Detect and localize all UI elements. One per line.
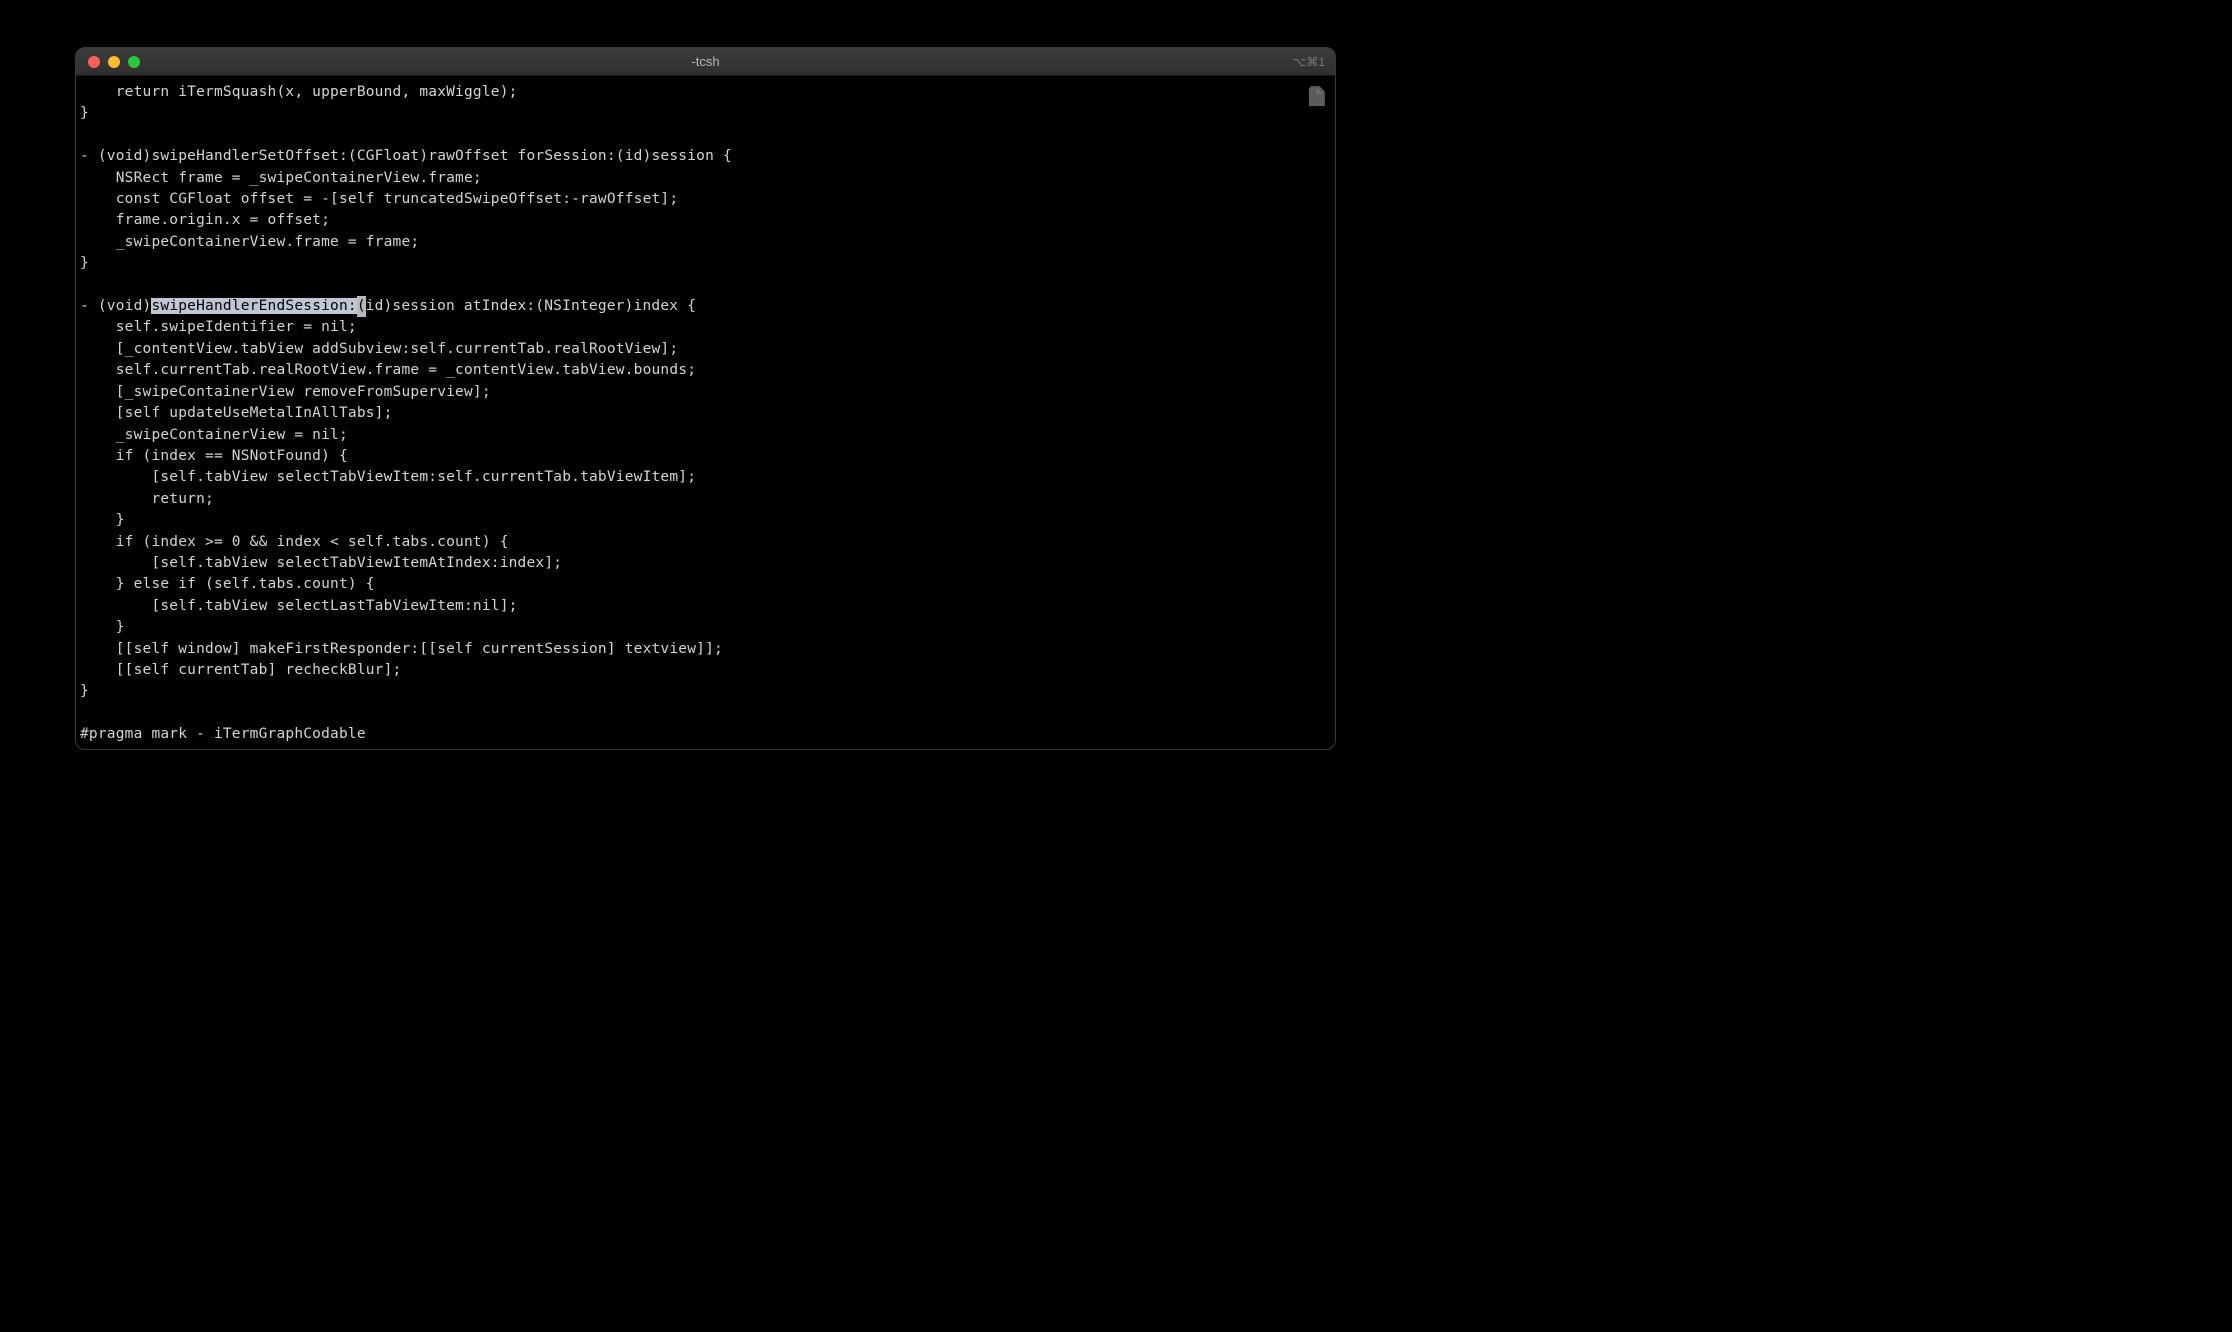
title-bar[interactable]: -tcsh ⌥⌘1	[76, 48, 1335, 76]
close-button[interactable]	[88, 56, 100, 68]
selected-text: swipeHandlerEndSession:	[151, 298, 356, 314]
traffic-lights	[76, 56, 140, 68]
code-before: return iTermSquash(x, upperBound, maxWig…	[80, 84, 732, 314]
cursor: (	[357, 296, 366, 317]
terminal-window[interactable]: -tcsh ⌥⌘1 return iTermSquash(x, upperBou…	[75, 47, 1336, 750]
document-icon	[1309, 86, 1325, 111]
terminal-content[interactable]: return iTermSquash(x, upperBound, maxWig…	[76, 76, 1335, 750]
maximize-button[interactable]	[128, 56, 140, 68]
minimize-button[interactable]	[108, 56, 120, 68]
code-after: id)session atIndex:(NSInteger)index { se…	[80, 298, 723, 742]
window-shortcut: ⌥⌘1	[1292, 55, 1325, 69]
window-title: -tcsh	[691, 54, 719, 69]
